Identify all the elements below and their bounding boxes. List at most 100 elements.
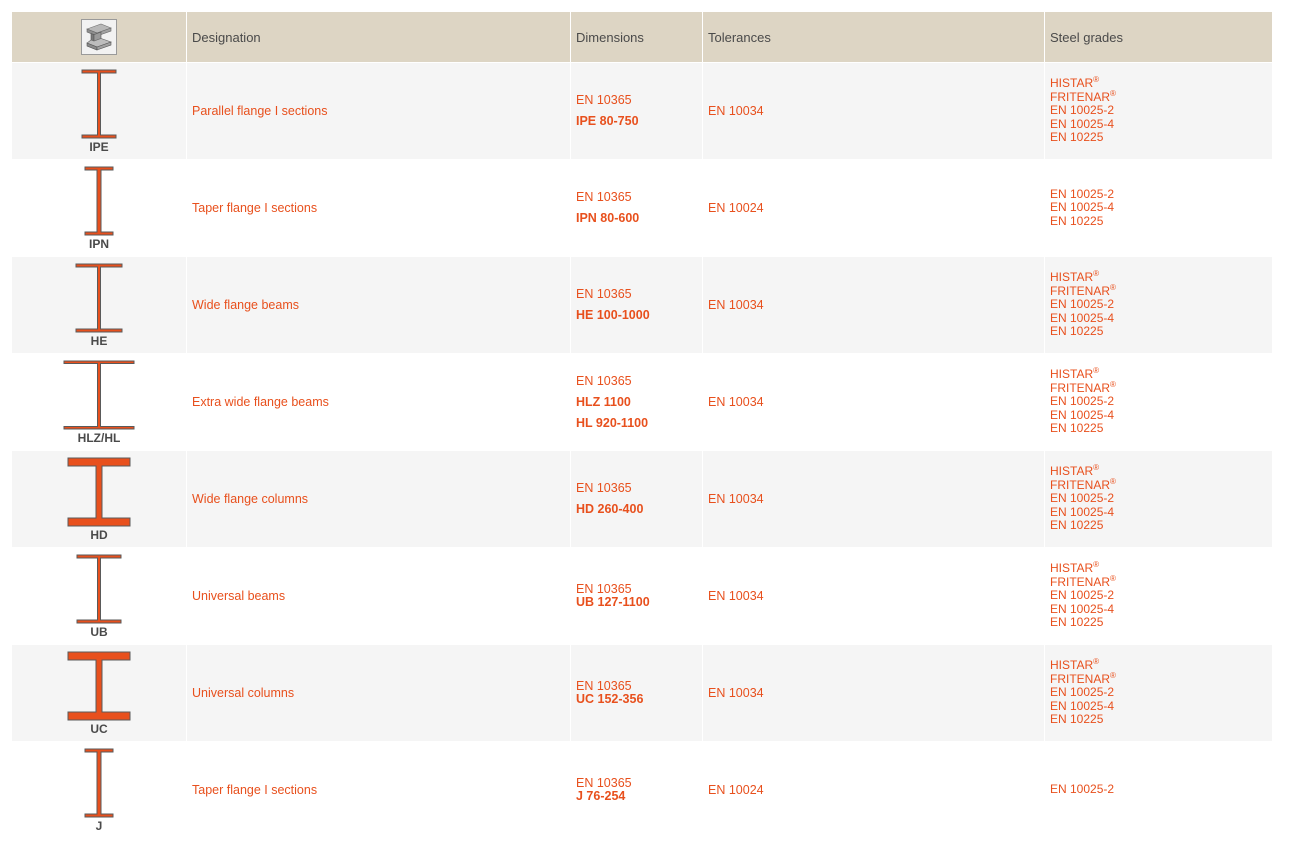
dimension-range: HD 260-400 xyxy=(576,502,644,516)
steel-grades-cell: HISTAR® FRITENAR® EN 10025-2 EN 10025-4 EN 1… xyxy=(1045,547,1272,644)
tolerance-cell: EN 10034 xyxy=(703,644,1045,741)
steel-grade: EN 10025-4 xyxy=(1050,311,1272,325)
designation-cell[interactable]: Taper flange I sections xyxy=(187,159,571,256)
steel-grade-name: EN 10225 xyxy=(1050,421,1104,436)
i-beam-outline xyxy=(76,554,122,624)
header-tolerances: Tolerances xyxy=(703,12,1045,62)
steel-grade: FRITENAR® xyxy=(1050,283,1272,298)
registered-mark: ® xyxy=(1110,379,1116,389)
designation-cell[interactable]: Wide flange columns xyxy=(187,450,571,547)
registered-mark: ® xyxy=(1093,75,1100,85)
registered-mark: ® xyxy=(1093,366,1100,376)
registered-mark: ® xyxy=(1110,573,1116,583)
steel-grade-name: EN 10025-2 xyxy=(1050,394,1115,409)
designation-cell[interactable]: Extra wide flange beams xyxy=(187,353,571,450)
steel-grade-name: FRITENAR xyxy=(1050,574,1110,589)
i-beam-section-icon xyxy=(75,263,123,333)
dimension-standard: EN 10365 xyxy=(576,287,632,301)
header-dimensions: Dimensions xyxy=(571,12,703,62)
table-row: HD Wide flange columns EN 10365 HD 260-400 E… xyxy=(12,450,1272,547)
i-beam-outline xyxy=(84,748,114,818)
section-shape-cell: UB xyxy=(12,547,187,644)
header-steel-grades: Steel grades xyxy=(1045,12,1272,62)
steel-grades-cell: HISTAR® FRITENAR® EN 10025-2 EN 10025-4 EN 1… xyxy=(1045,62,1272,159)
steel-grade-name: EN 10025-4 xyxy=(1050,200,1115,215)
designation-cell[interactable]: Universal columns xyxy=(187,644,571,741)
registered-mark: ® xyxy=(1110,670,1116,680)
dimensions-cell: EN 10365 UB 127-1100 xyxy=(571,547,703,644)
section-label: HD xyxy=(90,528,108,542)
dimensions-cell: EN 10365 HD 260-400 xyxy=(571,450,703,547)
i-beam-section-icon xyxy=(81,69,117,139)
i-beam-section-icon xyxy=(67,457,131,527)
dimension-range: J 76-254 xyxy=(576,789,626,803)
section-shape-cell: HLZ/HL xyxy=(12,353,187,450)
steel-grade-name: EN 10025-2 xyxy=(1050,588,1115,603)
section-label: IPN xyxy=(88,237,109,251)
i-beam-section-icon xyxy=(67,651,131,721)
steel-grade: FRITENAR® xyxy=(1050,476,1272,492)
designation-cell[interactable]: Wide flange beams xyxy=(187,256,571,353)
steel-grade: FRITENAR® xyxy=(1050,379,1272,395)
tolerance-cell: EN 10034 xyxy=(703,353,1045,450)
steel-grades-cell: HISTAR® FRITENAR® EN 10025-2 EN 10025-4 EN 1… xyxy=(1045,644,1272,741)
registered-mark: ® xyxy=(1110,476,1116,486)
steel-grade: EN 10025-4 xyxy=(1050,505,1272,519)
steel-grade-name: EN 10025-4 xyxy=(1050,116,1115,131)
steel-grade-name: EN 10025-4 xyxy=(1050,698,1115,713)
i-beam-outline xyxy=(81,69,117,139)
steel-grades-cell: EN 10025-2 EN 10025-4 EN 10225 xyxy=(1045,159,1272,256)
designation-cell[interactable]: Parallel flange I sections xyxy=(187,62,571,159)
dimension-range: UC 152-356 xyxy=(576,692,644,706)
section-shape-cell: J xyxy=(12,741,187,838)
i-beam-outline xyxy=(63,360,135,430)
steel-grade: HISTAR® xyxy=(1050,366,1272,381)
steel-grade-name: EN 10225 xyxy=(1050,518,1104,533)
steel-grade: EN 10025-4 xyxy=(1050,201,1272,214)
dimension-standard: EN 10365 xyxy=(576,190,632,204)
tolerance-cell: EN 10034 xyxy=(703,256,1045,353)
steel-grade-name: HISTAR xyxy=(1050,76,1094,91)
steel-grade-name: EN 10025-4 xyxy=(1050,601,1115,616)
dimensions-cell: EN 10365 HE 100-1000 xyxy=(571,256,703,353)
designation-cell[interactable]: Universal beams xyxy=(187,547,571,644)
tolerance-cell: EN 10024 xyxy=(703,159,1045,256)
table-row: UB Universal beams EN 10365 UB 127-1100 EN 1… xyxy=(12,547,1272,644)
steel-grade: EN 10225 xyxy=(1050,518,1272,533)
steel-grade: EN 10025-2 xyxy=(1050,783,1272,796)
section-shape-cell: IPE xyxy=(12,62,187,159)
steel-grade: FRITENAR® xyxy=(1050,573,1272,589)
steel-grade: EN 10025-4 xyxy=(1050,116,1272,131)
steel-grade-name: EN 10025-2 xyxy=(1050,491,1115,506)
designation-cell[interactable]: Taper flange I sections xyxy=(187,741,571,838)
steel-grades-cell: EN 10025-2 xyxy=(1045,741,1272,838)
header-icon-cell xyxy=(12,12,187,62)
product-table: Designation Dimensions Tolerances Steel … xyxy=(12,12,1272,838)
dimension-standard: EN 10365 xyxy=(576,93,632,107)
steel-grade: EN 10025-4 xyxy=(1050,601,1272,616)
dimension-range: UB 127-1100 xyxy=(576,595,650,609)
steel-grade: EN 10025-2 xyxy=(1050,686,1272,699)
table-row: IPE Parallel flange I sections EN 10365 IPE… xyxy=(12,62,1272,159)
dimension-range: IPN 80-600 xyxy=(576,211,640,225)
table-row: HLZ/HL Extra wide flange beams EN 10365 HLZ… xyxy=(12,353,1272,450)
steel-grade: EN 10025-2 xyxy=(1050,187,1272,201)
table-row: HE Wide flange beams EN 10365 HE 100-1000 EN… xyxy=(12,256,1272,353)
steel-grade-name: FRITENAR xyxy=(1050,89,1110,104)
section-label: UB xyxy=(90,625,108,639)
steel-grade-name: FRITENAR xyxy=(1050,671,1110,686)
steel-grade-name: EN 10025-2 xyxy=(1050,685,1115,700)
i-beam-outline xyxy=(75,263,123,333)
section-label: IPE xyxy=(89,140,109,154)
header-designation: Designation xyxy=(187,12,571,62)
steel-grade-name: FRITENAR xyxy=(1050,380,1110,395)
table-row: UC Universal columns EN 10365 UC 152-356 EN … xyxy=(12,644,1272,741)
steel-grade: EN 10025-2 xyxy=(1050,589,1272,602)
steel-grade: FRITENAR® xyxy=(1050,88,1272,104)
steel-grade: EN 10225 xyxy=(1050,421,1272,436)
registered-mark: ® xyxy=(1110,88,1116,98)
table-row: IPN Taper flange I sections EN 10365 IPN 80… xyxy=(12,159,1272,256)
steel-grade-name: EN 10225 xyxy=(1050,213,1104,228)
i-beam-outline xyxy=(84,166,114,236)
table-header-row: Designation Dimensions Tolerances Steel … xyxy=(12,12,1272,62)
